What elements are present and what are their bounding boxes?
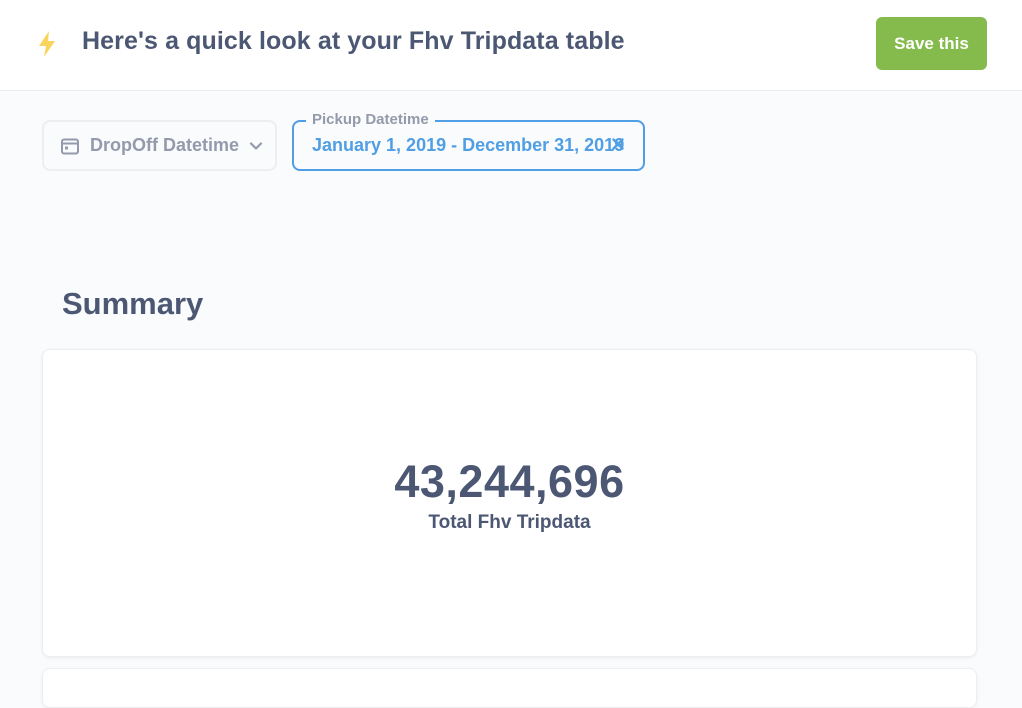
save-button[interactable]: Save this bbox=[876, 17, 987, 70]
close-icon[interactable] bbox=[611, 137, 625, 151]
chevron-down-icon bbox=[249, 141, 263, 150]
metric-value: 43,244,696 bbox=[394, 456, 625, 507]
pickup-filter-legend: Pickup Datetime bbox=[306, 111, 435, 128]
bolt-icon bbox=[39, 31, 55, 57]
next-card bbox=[42, 668, 977, 708]
page-title: Here's a quick look at your Fhv Tripdata… bbox=[82, 27, 625, 55]
pickup-datetime-filter[interactable]: Pickup Datetime January 1, 2019 - Decemb… bbox=[292, 111, 645, 171]
metric-label: Total Fhv Tripdata bbox=[428, 512, 591, 533]
pickup-filter-value: January 1, 2019 - December 31, 2019 bbox=[312, 135, 625, 155]
header-bar: Here's a quick look at your Fhv Tripdata… bbox=[0, 0, 1022, 91]
summary-heading: Summary bbox=[62, 286, 204, 321]
calendar-icon bbox=[61, 138, 79, 154]
dropoff-datetime-filter[interactable]: DropOff Datetime bbox=[42, 120, 277, 171]
summary-card[interactable]: 43,244,696 Total Fhv Tripdata bbox=[42, 349, 977, 657]
dropoff-filter-label: DropOff Datetime bbox=[90, 135, 240, 155]
